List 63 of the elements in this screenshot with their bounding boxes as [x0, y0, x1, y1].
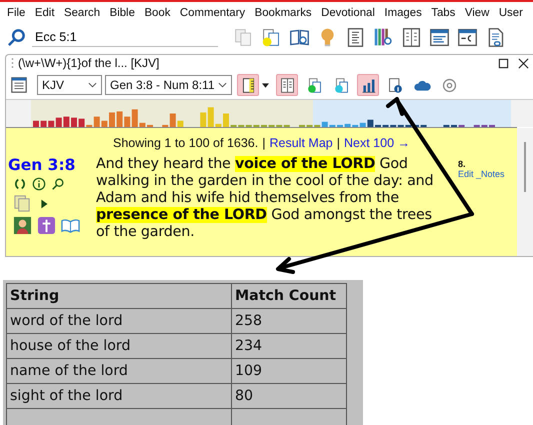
result-distribution-drawing[interactable] [31, 100, 511, 127]
menu-item[interactable]: Search [64, 7, 100, 19]
menu-item[interactable]: File [7, 7, 26, 19]
maximize-icon[interactable] [498, 58, 509, 68]
range-dropdown[interactable]: Gen 3:8 - Num 8:11 [105, 75, 232, 95]
document-icon [332, 76, 350, 94]
info-icon [386, 76, 404, 94]
table-cell: 234 [232, 334, 346, 358]
menu-item[interactable]: Book [144, 7, 170, 19]
result-map-link[interactable]: Result Map [270, 136, 333, 150]
table-cell: name of the lord [6, 358, 232, 384]
table-cell: 258 [232, 308, 346, 334]
table-cell: 109 [232, 358, 346, 384]
scrollbar[interactable] [517, 128, 533, 256]
table-cell: word of the lord [6, 308, 232, 334]
table-cell: house of the lord [6, 334, 232, 358]
results-summary: Showing 1 to 100 of 1636. [112, 136, 258, 150]
disc-icon [440, 76, 458, 94]
separator: | [336, 136, 340, 150]
version-dropdown[interactable]: KJV [37, 75, 102, 95]
next-page-link[interactable]: Next 100 → [344, 136, 410, 150]
table-cell: 80 [232, 384, 346, 408]
menu-item[interactable]: Bookmarks [254, 7, 312, 19]
verse-copy-icon[interactable] [261, 26, 282, 48]
note-number: 8. [458, 159, 467, 169]
column-header: Match Count [232, 284, 346, 308]
chevron-icon[interactable] [218, 82, 227, 88]
search-icon[interactable] [7, 28, 26, 46]
menu-item[interactable]: Edit [34, 7, 54, 19]
panel-title: (\w+\W+){1}of the l... [KJV] [18, 56, 160, 70]
grip-icon[interactable] [11, 57, 14, 69]
bar-chart-icon [360, 76, 376, 94]
menu-item[interactable]: Commentary [180, 7, 246, 19]
menu-item[interactable]: Bible [110, 7, 135, 19]
calendar-icon[interactable] [10, 76, 28, 94]
document-icon[interactable] [345, 26, 366, 48]
menu-item[interactable]: Tabs [431, 7, 456, 19]
cross-icon[interactable] [37, 216, 56, 235]
verse-reference-link[interactable]: Gen 3:8 [8, 156, 96, 174]
separator: | [262, 136, 266, 150]
info-icon[interactable] [32, 177, 46, 191]
close-icon[interactable] [518, 58, 529, 68]
window-icon[interactable] [429, 26, 450, 48]
scrollbar-thumb[interactable] [524, 142, 526, 192]
menu-item[interactable]: User [498, 7, 523, 19]
table-cell: sight of the lord [6, 384, 232, 408]
menu-item[interactable]: View [464, 7, 490, 19]
column-header: String [6, 284, 232, 308]
document-icon [306, 76, 322, 94]
books-search-icon[interactable] [373, 26, 394, 48]
caret-icon [262, 82, 268, 88]
verse-text: And they heard the voice of the LORD God walking in the garden in the cool of the day: and Adam and his wife hid themselves from the presence of the LORD God amongst the trees of the garden. [96, 156, 434, 241]
menu-item[interactable]: Devotional [321, 7, 375, 19]
toolbar-button[interactable] [276, 74, 298, 96]
columns-icon [278, 76, 296, 94]
menu-item[interactable]: Images [384, 7, 422, 19]
columns-icon[interactable] [401, 26, 422, 48]
edit-notes-link[interactable]: Edit _Notes [458, 169, 505, 179]
person-icon[interactable] [13, 216, 32, 235]
toolbar-button[interactable] [237, 74, 259, 96]
search-icon[interactable] [51, 177, 65, 191]
split-window-icon[interactable] [457, 26, 478, 48]
chevron-icon[interactable] [88, 82, 97, 88]
